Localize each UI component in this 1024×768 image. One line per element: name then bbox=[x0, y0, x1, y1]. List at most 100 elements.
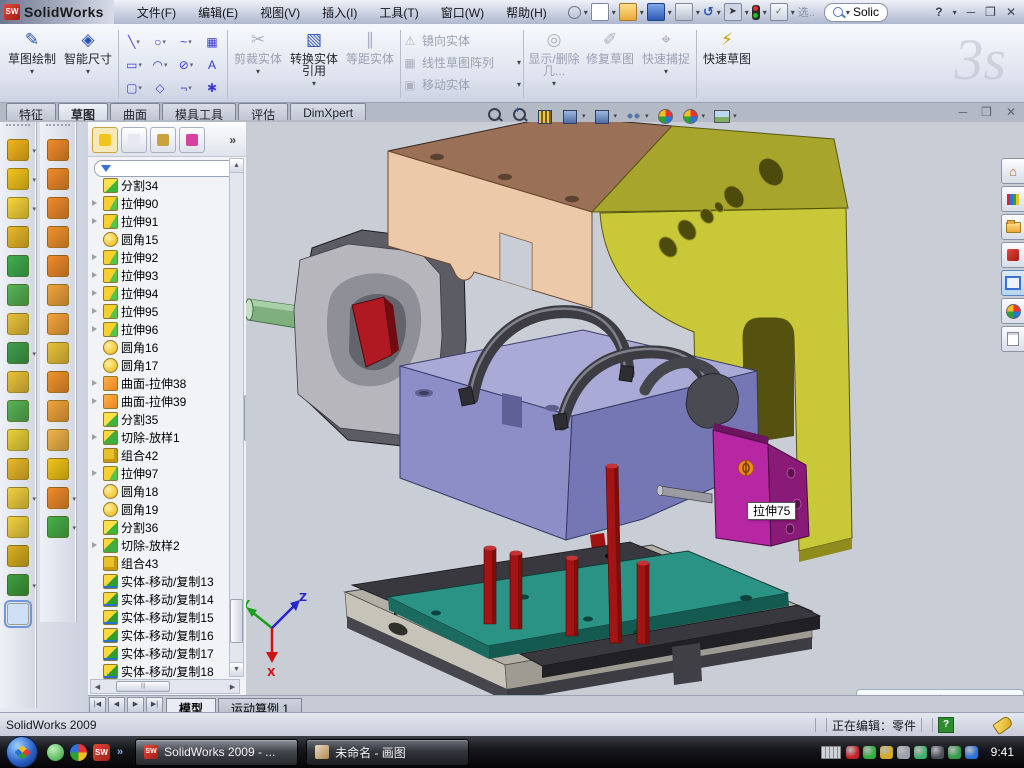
menu-item-3[interactable]: 插入(I) bbox=[313, 1, 366, 24]
tree-item-9[interactable]: 圆角16 bbox=[88, 338, 228, 356]
menu-item-2[interactable]: 视图(V) bbox=[251, 1, 309, 24]
tree-item-10[interactable]: 圆角17 bbox=[88, 356, 228, 374]
scroll-thumb[interactable] bbox=[230, 599, 243, 643]
linear-pattern-icon-caret[interactable]: ▾ bbox=[32, 350, 36, 358]
expand-arrow-icon[interactable] bbox=[92, 290, 97, 296]
tree-item-11[interactable]: 曲面-拉伸38 bbox=[88, 374, 228, 392]
ruled-surface-icon-caret[interactable]: ▾ bbox=[72, 524, 76, 532]
view-palette-icon[interactable] bbox=[1001, 270, 1024, 296]
tree-horizontal-scrollbar[interactable]: ◀ ||| ▶ bbox=[90, 679, 240, 694]
view-orientation-icon[interactable] bbox=[563, 108, 579, 124]
section-view-icon[interactable] bbox=[538, 108, 554, 124]
print-icon-caret[interactable]: ▾ bbox=[696, 8, 700, 17]
lights-icon-caret[interactable]: ▾ bbox=[763, 8, 767, 17]
new-document-icon-caret[interactable]: ▾ bbox=[612, 8, 616, 17]
expand-arrow-icon[interactable] bbox=[92, 434, 97, 440]
doc-close-button[interactable]: ✕ bbox=[1006, 105, 1016, 119]
help-caret-icon[interactable]: ▾ bbox=[953, 8, 957, 17]
taskbar-task-0[interactable]: SWSolidWorks 2009 - ... bbox=[135, 739, 298, 766]
convert-entities-button[interactable]: ▧转换实体引用▾ bbox=[286, 26, 342, 102]
home-icon[interactable]: ⌂ bbox=[1001, 158, 1024, 184]
tree-item-20[interactable]: 切除-放样2 bbox=[88, 536, 228, 554]
expand-arrow-icon[interactable] bbox=[92, 470, 97, 476]
tab-模具工具[interactable]: 模具工具 bbox=[162, 103, 236, 120]
start-button[interactable] bbox=[6, 736, 38, 768]
tab-评估[interactable]: 评估 bbox=[238, 103, 288, 120]
polygon-icon[interactable]: ◇ bbox=[147, 76, 173, 99]
tab-曲面[interactable]: 曲面 bbox=[110, 103, 160, 120]
tree-item-4[interactable]: 拉伸92 bbox=[88, 248, 228, 266]
spline-icon[interactable]: ~▾ bbox=[173, 30, 199, 53]
tree-item-6[interactable]: 拉伸94 bbox=[88, 284, 228, 302]
quick-snaps-caret-icon[interactable]: ▾ bbox=[664, 66, 668, 78]
fillet-icon-caret[interactable]: ▾ bbox=[32, 205, 36, 213]
circle-icon-caret[interactable]: ▾ bbox=[162, 38, 166, 46]
tree-item-13[interactable]: 分割35 bbox=[88, 410, 228, 428]
key-lock-icon[interactable] bbox=[880, 746, 893, 759]
taskbar-task-1[interactable]: 未命名 - 画图 bbox=[306, 739, 469, 766]
doc-nav-3[interactable]: ▶| bbox=[146, 697, 163, 713]
tree-vertical-scrollbar[interactable]: ▲ ▼ bbox=[229, 158, 244, 677]
minimize-button[interactable]: ─ bbox=[967, 5, 976, 19]
view-setting-icon-caret[interactable]: ▾ bbox=[733, 112, 737, 120]
tree-item-18[interactable]: 圆角19 bbox=[88, 500, 228, 518]
display-style-icon-caret[interactable]: ▾ bbox=[614, 112, 618, 120]
rectangle-icon-caret[interactable]: ▾ bbox=[138, 61, 142, 69]
volume-icon[interactable] bbox=[897, 746, 910, 759]
fillet-icon[interactable]: ▾ bbox=[7, 197, 29, 219]
slot-icon-caret[interactable]: ▾ bbox=[138, 84, 142, 92]
appearances-icon[interactable] bbox=[658, 108, 674, 124]
overflow-chevron[interactable]: » bbox=[117, 746, 123, 758]
sketch-caret-icon[interactable]: ▾ bbox=[30, 66, 34, 78]
toolbar-grip[interactable] bbox=[46, 124, 70, 132]
arc-icon-caret[interactable]: ▾ bbox=[164, 61, 168, 69]
pin-icon-caret[interactable]: ▾ bbox=[584, 8, 588, 17]
expand-arrow-icon[interactable] bbox=[92, 254, 97, 260]
ellipse-icon[interactable]: ⊘▾ bbox=[173, 53, 199, 76]
deform-icon[interactable] bbox=[47, 255, 69, 277]
design-library-icon[interactable] bbox=[1001, 186, 1024, 212]
lofted-boss-icon[interactable] bbox=[7, 255, 29, 277]
scroll-down-button[interactable]: ▼ bbox=[230, 662, 243, 676]
close-button[interactable]: ✕ bbox=[1006, 5, 1016, 19]
tree-item-2[interactable]: 拉伸91 bbox=[88, 212, 228, 230]
scene-icon-caret[interactable]: ▾ bbox=[702, 112, 706, 120]
smart-dimension-button[interactable]: ◈智能尺寸▾ bbox=[60, 26, 116, 102]
hole-wizard-icon[interactable] bbox=[7, 313, 29, 335]
parting-line-icon[interactable] bbox=[47, 342, 69, 364]
zoom-fit-icon[interactable] bbox=[488, 108, 504, 124]
antivirus-shield-icon[interactable] bbox=[846, 746, 859, 759]
tree-item-7[interactable]: 拉伸95 bbox=[88, 302, 228, 320]
smart-dimension-caret-icon[interactable]: ▾ bbox=[86, 66, 90, 78]
menu-item-1[interactable]: 编辑(E) bbox=[189, 1, 247, 24]
convert-entities-caret-icon[interactable]: ▾ bbox=[312, 78, 316, 90]
extruded-boss-icon[interactable]: ▾ bbox=[7, 139, 29, 161]
search-box[interactable]: ▾Solic bbox=[824, 3, 888, 22]
messenger-status-icon[interactable] bbox=[965, 746, 978, 759]
doc-nav-2[interactable]: ▶ bbox=[127, 697, 144, 713]
expand-arrow-icon[interactable] bbox=[92, 326, 97, 332]
move-entities-caret-icon[interactable]: ▾ bbox=[517, 80, 521, 89]
tree-filter-input[interactable] bbox=[94, 160, 240, 177]
expand-arrow-icon[interactable] bbox=[92, 272, 97, 278]
undo-icon[interactable]: ↺ bbox=[703, 4, 714, 20]
expand-arrow-icon[interactable] bbox=[92, 218, 97, 224]
appearances-icon[interactable] bbox=[1001, 298, 1024, 324]
save-icon[interactable] bbox=[647, 3, 665, 21]
undo-icon-caret[interactable]: ▾ bbox=[717, 8, 721, 17]
doc-tab-1[interactable]: 运动算例 1 bbox=[218, 698, 302, 713]
options-list-icon[interactable]: ✓ bbox=[770, 3, 788, 21]
line-icon-caret[interactable]: ▾ bbox=[136, 38, 140, 46]
select-icon-caret[interactable]: ▾ bbox=[745, 8, 749, 17]
core-icon[interactable] bbox=[47, 400, 69, 422]
tree-item-8[interactable]: 拉伸96 bbox=[88, 320, 228, 338]
hide-show-items-icon[interactable] bbox=[626, 108, 642, 124]
scale-icon[interactable]: ▾ bbox=[47, 487, 69, 509]
rectangle-icon[interactable]: ▭▾ bbox=[121, 53, 147, 76]
doc-nav-0[interactable]: |◀ bbox=[89, 697, 106, 713]
spline-icon-caret[interactable]: ▾ bbox=[188, 38, 192, 46]
tag-icon[interactable] bbox=[992, 715, 1014, 735]
tree-item-5[interactable]: 拉伸93 bbox=[88, 266, 228, 284]
rib-icon[interactable] bbox=[7, 371, 29, 393]
hscroll-thumb[interactable]: ||| bbox=[116, 681, 170, 692]
